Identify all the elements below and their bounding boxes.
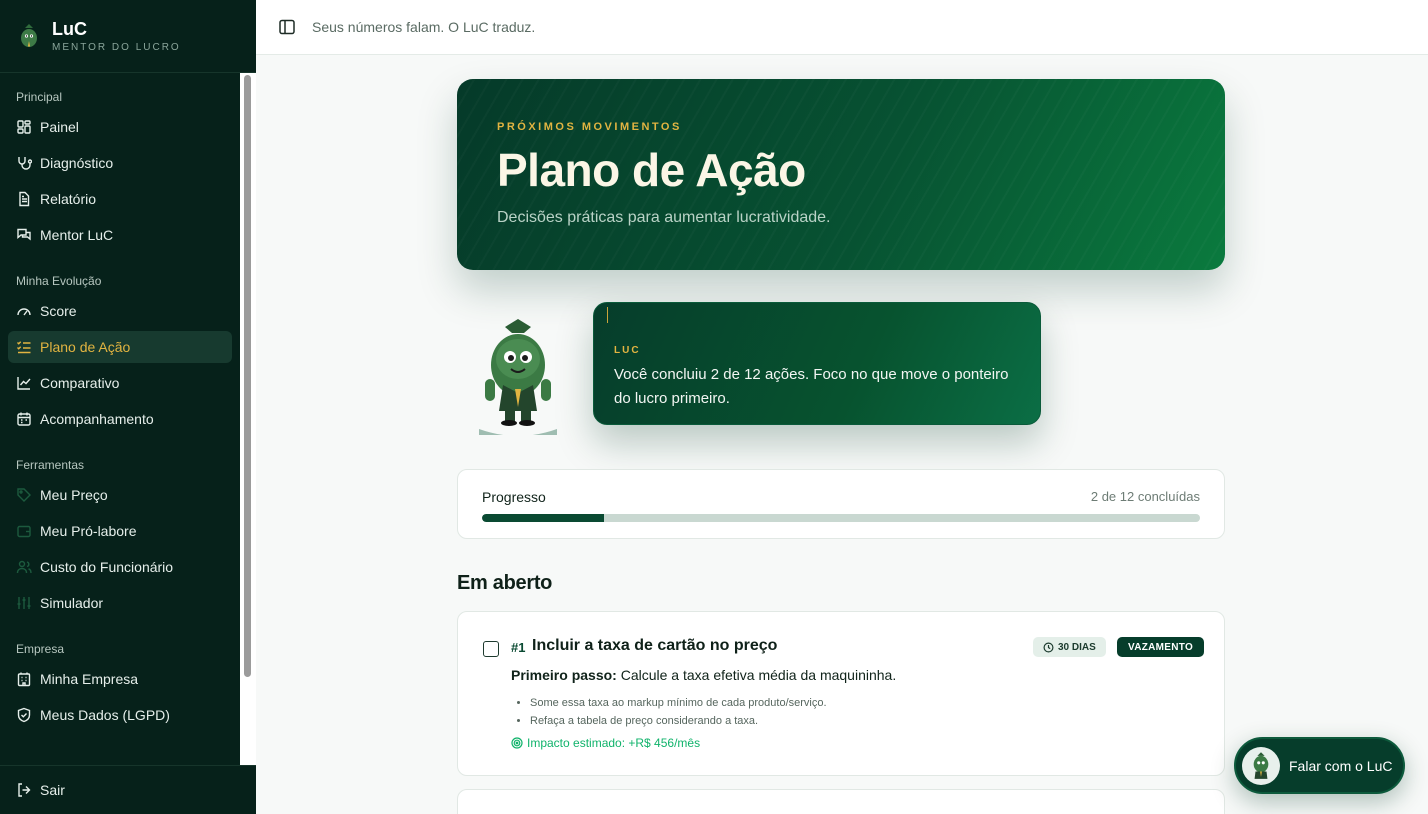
action-title: Incluir a taxa de cartão no preço [532,637,778,654]
sidebar-scrollbar[interactable] [240,73,256,765]
deadline-badge: 30 DIAS [1033,637,1106,657]
sidebar-item-label: Score [40,303,77,319]
progress-bar [482,514,1200,522]
sidebar-item-label: Meu Preço [40,487,108,503]
sidebar-item-label: Plano de Ação [40,339,131,355]
sidebar-item-minha-empresa[interactable]: Minha Empresa [8,663,232,695]
impact-estimate-text: Impacto estimado: +R$ 456/mês [527,736,701,750]
sidebar-item-comparativo[interactable]: Comparativo [8,367,232,399]
action-card-next [457,789,1225,814]
luc-mascot [477,319,559,436]
sidebar-item-simulador[interactable]: Simulador [8,587,232,619]
group-label-empresa: Empresa [16,642,65,656]
target-icon [511,737,523,749]
sidebar-item-mentor-luc[interactable]: Mentor LuC [8,219,232,251]
logout-button[interactable]: Sair [0,765,256,814]
progress-label: Progresso [482,489,546,505]
progress-bar-fill [482,514,605,522]
sidebar: LuC MENTOR DO LUCRO Principal Painel Dia… [0,0,256,814]
sidebar-item-painel[interactable]: Painel [8,111,232,143]
chat-button-label: Falar com o LuC [1289,757,1393,774]
sidebar-item-meu-pro-labore[interactable]: Meu Pró-labore [8,515,232,547]
topbar-tagline: Seus números falam. O LuC traduz. [312,19,536,35]
mentor-message-bubble: LUC Você concluiu 2 de 12 ações. Foco no… [593,302,1041,425]
progress-count: 2 de 12 concluídas [1090,489,1200,504]
hero-banner: PRÓXIMOS MOVIMENTOS Plano de Ação Decisõ… [457,79,1225,270]
tag-icon [17,488,31,502]
sidebar-item-label: Acompanhamento [40,411,154,427]
action-card: #1 Incluir a taxa de cartão no preço 30 … [457,611,1225,776]
sidebar-item-label: Meus Dados (LGPD) [40,707,170,723]
sidebar-item-label: Meu Pró-labore [40,523,137,539]
group-label-principal: Principal [16,90,63,104]
progress-card: Progresso 2 de 12 concluídas [457,469,1225,539]
group-label-ferramentas: Ferramentas [16,458,85,472]
sidebar-item-meus-dados-lgpd[interactable]: Meus Dados (LGPD) [8,699,232,731]
stethoscope-icon [18,157,32,170]
sidebar-item-score[interactable]: Score [8,295,232,327]
text-cursor [607,307,608,323]
first-step-label: Primeiro passo: [511,667,617,683]
sidebar-item-custo-do-funcionario[interactable]: Custo do Funcionário [8,551,232,583]
sidebar-item-label: Mentor LuC [40,227,114,243]
sidebar-scrollbar-thumb[interactable] [244,75,251,677]
hero-kicker: PRÓXIMOS MOVIMENTOS [497,121,682,133]
clock-icon [1043,642,1054,652]
sidebar-item-acompanhamento[interactable]: Acompanhamento [8,403,232,435]
action-number: #1 [511,640,526,655]
luc-avatar [1242,746,1280,785]
mentor-message: Você concluiu 2 de 12 ações. Foco no que… [614,366,1009,407]
hero-subtitle: Decisões práticas para aumentar lucrativ… [497,209,831,226]
luc-mascot-avatar-icon [1253,751,1269,779]
section-title-em-aberto: Em aberto [457,572,553,594]
chat-icon [17,228,31,241]
checklist-icon [17,341,31,354]
sidebar-item-plano-de-acao[interactable]: Plano de Ação [8,331,232,363]
impact-estimate: Impacto estimado: +R$ 456/mês [511,736,700,750]
sidebar-item-meu-preco[interactable]: Meu Preço [8,479,232,511]
sidebar-item-relatorio[interactable]: Relatório [8,183,232,215]
sidebar-item-diagnostico[interactable]: Diagnóstico [8,147,232,179]
building-icon [17,672,31,687]
grid-icon [17,120,31,134]
brand-name: LuC [52,19,87,39]
sidebar-toggle-icon[interactable] [278,18,296,36]
sidebar-item-label: Relatório [40,191,97,207]
calendar-icon [17,412,31,426]
sidebar-item-label: Custo do Funcionário [40,559,174,575]
group-label-minha-evolucao: Minha Evolução [16,274,102,288]
first-step: Primeiro passo: Calcule a taxa efetiva m… [511,667,896,683]
luc-mascot-illustration [479,319,557,436]
list-item: Some essa taxa ao markup mínimo de cada … [530,694,827,712]
brand[interactable]: LuC MENTOR DO LUCRO [0,0,256,73]
line-chart-icon [17,377,31,390]
logout-label: Sair [40,782,65,798]
sidebar-item-label: Simulador [40,595,104,611]
users-icon [16,560,32,574]
gauge-icon [17,308,31,316]
mentor-name: LUC [614,345,641,356]
wallet-icon [17,525,31,538]
document-icon [19,191,30,207]
list-item: Refaça a tabela de preço considerando a … [530,712,827,730]
shield-icon [17,707,31,723]
sliders-icon [17,597,31,609]
chat-with-luc-button[interactable]: Falar com o LuC [1234,737,1405,794]
category-badge: VAZAMENTO [1117,637,1205,657]
first-step-text: Calcule a taxa efetiva média da maquinin… [616,667,897,683]
sidebar-item-label: Comparativo [40,375,120,391]
brand-subtitle: MENTOR DO LUCRO [52,42,181,53]
sidebar-item-label: Painel [40,119,79,135]
action-checkbox[interactable] [483,641,499,657]
deadline-badge-label: 30 DIAS [1058,641,1096,653]
sidebar-nav: Principal Painel Diagnóstico Relatório M… [0,73,240,765]
topbar: Seus números falam. O LuC traduz. [256,0,1428,55]
luc-mascot-logo-icon [21,24,37,47]
sidebar-item-label: Diagnóstico [40,155,114,171]
logout-icon [18,783,31,797]
page-title: Plano de Ação [497,144,806,196]
sidebar-item-label: Minha Empresa [40,671,139,687]
action-steps-list: Some essa taxa ao markup mínimo de cada … [530,694,827,730]
